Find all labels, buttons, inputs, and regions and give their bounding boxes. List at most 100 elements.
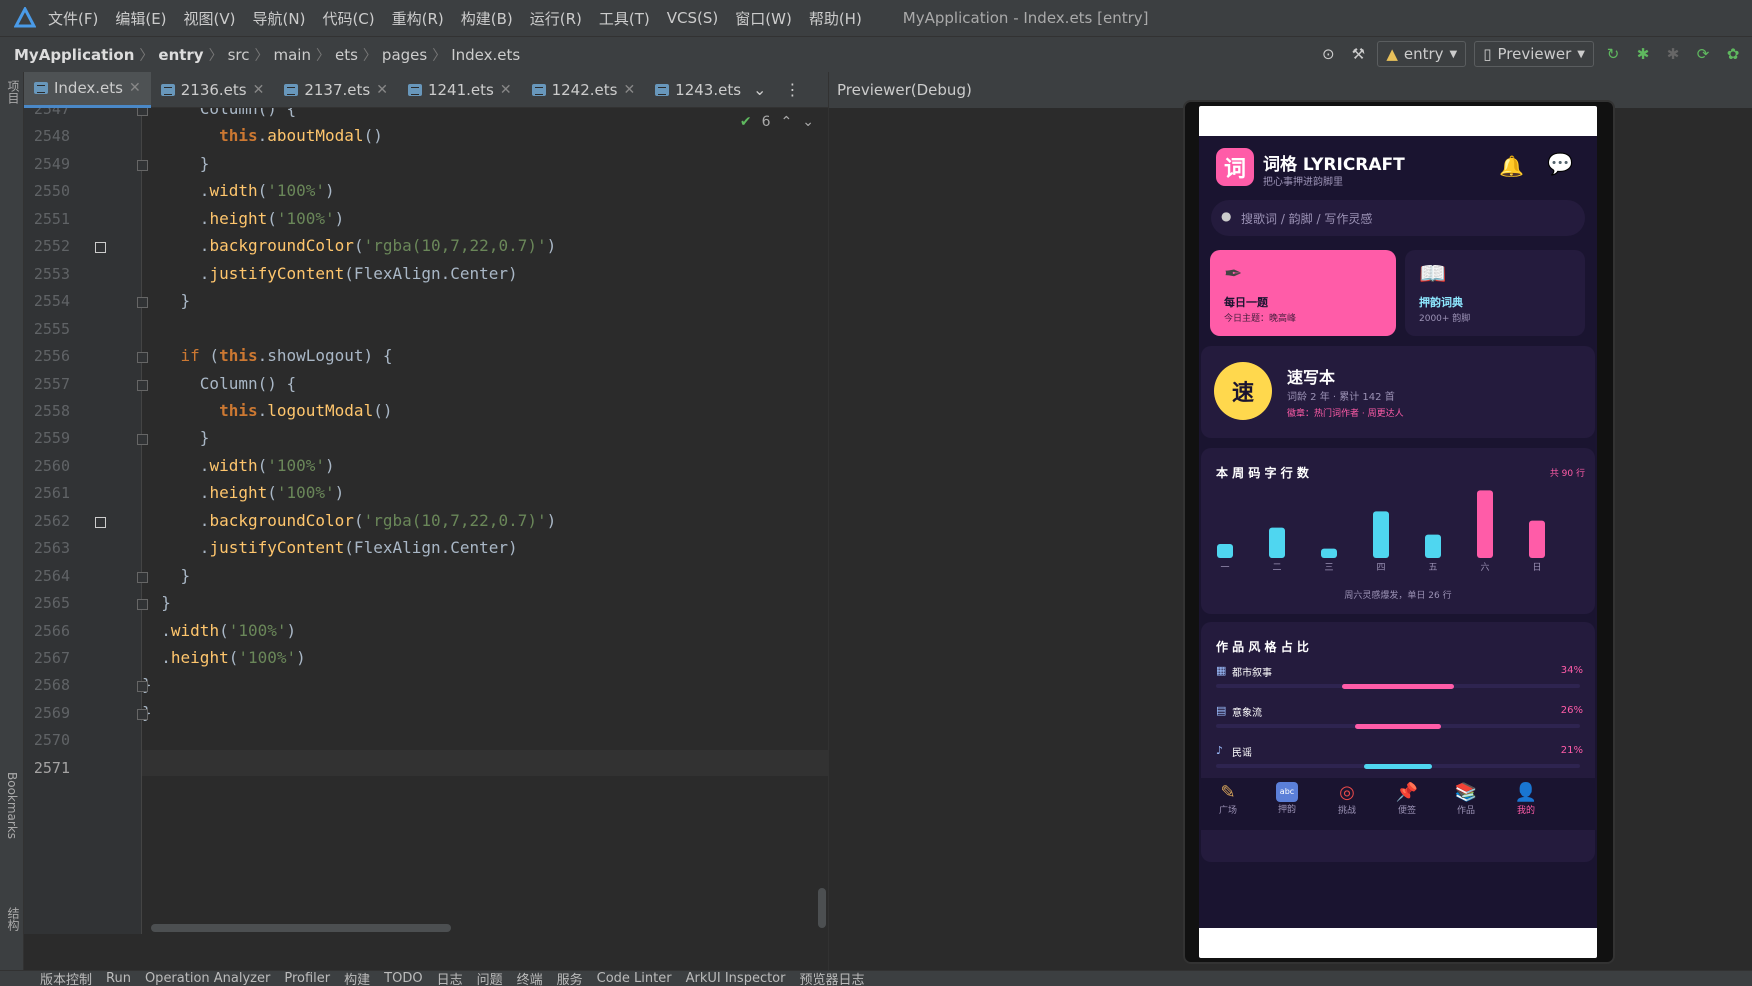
tabs-overflow-chevron-icon[interactable]: ⌄ (753, 80, 766, 99)
menu-tools[interactable]: 工具(T) (599, 8, 650, 29)
run-config-select[interactable]: ▲ entry ▼ (1377, 41, 1467, 67)
menu-vcs[interactable]: VCS(S) (667, 9, 718, 27)
project-tool-label[interactable]: 项目 (5, 80, 22, 104)
fold-marker[interactable] (137, 571, 148, 583)
close-icon[interactable]: ✕ (500, 82, 512, 98)
menu-build[interactable]: 构建(B) (461, 8, 513, 29)
bookmarks-tool-label[interactable]: Bookmarks (5, 772, 19, 839)
tool-window-button[interactable]: Run (106, 971, 131, 986)
nav-rhyme[interactable]: abc 押韵 (1272, 782, 1302, 815)
tool-window-button[interactable]: ArkUI Inspector (686, 971, 786, 986)
close-icon[interactable]: ✕ (623, 82, 635, 98)
tool-window-button[interactable]: 问题 (477, 971, 503, 986)
debug-icon[interactable]: ✱ (1632, 43, 1654, 65)
tab-index[interactable]: Index.ets ✕ (24, 71, 151, 108)
tab-1241[interactable]: 1241.ets ✕ (398, 72, 522, 108)
hammer-icon[interactable]: ⚒ (1347, 43, 1369, 65)
fold-marker[interactable] (137, 379, 148, 391)
tool-window-button[interactable]: 预览器日志 (799, 971, 864, 986)
tab-2137[interactable]: 2137.ets ✕ (274, 72, 398, 108)
tab-label: 1243.ets (675, 80, 742, 99)
vertical-scrollbar[interactable] (818, 888, 826, 928)
tool-window-button[interactable]: 构建 (344, 971, 370, 986)
menu-edit[interactable]: 编辑(E) (115, 8, 166, 29)
target-icon[interactable]: ⊙ (1317, 43, 1339, 65)
close-icon[interactable]: ✕ (253, 82, 265, 98)
more-vertical-icon[interactable]: ⋮ (784, 80, 800, 99)
code-line: this.aboutModal() (219, 126, 383, 146)
crumb-src[interactable]: src (228, 46, 250, 64)
profile-badges: 徽章：热门词作者 · 周更达人 (1287, 409, 1404, 419)
close-icon[interactable]: ✕ (376, 82, 388, 98)
fold-marker[interactable] (137, 434, 148, 446)
breakpoint-slot[interactable] (95, 242, 106, 254)
nav-me[interactable]: 👤 我的 (1511, 782, 1541, 816)
crumb-pages[interactable]: pages (382, 46, 427, 64)
menu-run[interactable]: 运行(R) (530, 8, 582, 29)
line-number: 2571 (33, 758, 70, 777)
tool-window-button[interactable]: 版本控制 (40, 971, 92, 986)
crumb-project[interactable]: MyApplication (14, 46, 134, 64)
crumb-ets[interactable]: ets (335, 46, 358, 64)
fold-marker[interactable] (137, 708, 148, 720)
menu-code[interactable]: 代码(C) (322, 8, 374, 29)
horizontal-scrollbar[interactable] (151, 924, 451, 932)
ets-file-icon (655, 83, 670, 96)
menu-help[interactable]: 帮助(H) (809, 8, 862, 29)
line-number: 2559 (33, 429, 70, 448)
nav-notes[interactable]: 📌 便签 (1392, 782, 1422, 816)
menu-navigate[interactable]: 导航(N) (253, 8, 306, 29)
crumb-file[interactable]: Index.ets (451, 46, 520, 64)
code-editor[interactable]: 2547 2548 2549 2550 2551 2552 2553 2554 2555 2556… (24, 108, 828, 934)
ets-file-icon (284, 83, 299, 96)
breakpoint-slot[interactable] (95, 516, 106, 528)
tool-window-button[interactable]: 服务 (557, 971, 583, 986)
tool-window-button[interactable]: 终端 (517, 971, 543, 986)
nav-works[interactable]: 📚 作品 (1451, 782, 1481, 816)
nav-challenge[interactable]: ◎ 挑战 (1332, 782, 1362, 816)
daily-challenge-card[interactable]: ✒ 每日一题 今日主题：晚高峰 (1210, 250, 1396, 336)
code-line: .backgroundColor('rgba(10,7,22,0.7)') (142, 236, 557, 256)
device-select[interactable]: ▯ Previewer ▼ (1474, 41, 1594, 67)
menu-file[interactable]: 文件(F) (48, 8, 98, 29)
bell-icon[interactable]: 🔔 (1499, 154, 1524, 178)
fold-marker[interactable] (137, 352, 148, 364)
bug-icon[interactable]: ✿ (1722, 43, 1744, 65)
profile-card: 速 速写本 词龄 2 年 · 累计 142 首 徽章：热门词作者 · 周更达人 (1201, 346, 1595, 438)
crumb-main[interactable]: main (274, 46, 311, 64)
next-highlight-icon[interactable]: ⌄ (802, 114, 814, 130)
search-bar[interactable]: ● 搜歌词 / 韵脚 / 写作灵感 (1211, 200, 1585, 236)
menu-view[interactable]: 视图(V) (184, 8, 236, 29)
attach-debugger-icon[interactable]: ✱ (1662, 43, 1684, 65)
rerun-icon[interactable]: ↻ (1602, 43, 1624, 65)
menu-window[interactable]: 窗口(W) (735, 8, 792, 29)
fold-marker[interactable] (137, 108, 148, 116)
close-icon[interactable]: ✕ (129, 80, 141, 96)
avatar[interactable]: 速 (1214, 362, 1272, 420)
phone-icon: ▯ (1483, 45, 1492, 63)
prev-highlight-icon[interactable]: ⌃ (781, 114, 793, 130)
tool-window-button[interactable]: Profiler (284, 971, 330, 986)
fold-marker[interactable] (137, 297, 148, 309)
editor-tabs: Index.ets ✕ 2136.ets ✕ 2137.ets ✕ 1241.ets ✕… (24, 71, 828, 108)
rhyme-dictionary-card[interactable]: 📖 押韵词典 2000+ 韵脚 (1405, 250, 1585, 336)
nav-plaza[interactable]: ✎ 广场 (1213, 782, 1243, 816)
fold-marker[interactable] (137, 599, 148, 611)
fold-marker[interactable] (137, 159, 148, 171)
inspection-widget[interactable]: ✔ 6 ⌃ ⌄ (740, 114, 814, 130)
fold-marker[interactable] (137, 681, 148, 693)
tab-1243[interactable]: 1243.ets (645, 72, 745, 108)
code-line: .width('100%') (142, 455, 335, 475)
tab-1242[interactable]: 1242.ets ✕ (522, 72, 646, 108)
reload-icon[interactable]: ⟳ (1692, 43, 1714, 65)
crumb-module[interactable]: entry (158, 46, 203, 64)
structure-tool-label[interactable]: 结构 (5, 907, 22, 931)
tool-window-button[interactable]: TODO (384, 971, 422, 986)
tool-window-button[interactable]: 日志 (437, 971, 463, 986)
menu-refactor[interactable]: 重构(R) (392, 8, 444, 29)
tab-2136[interactable]: 2136.ets ✕ (151, 72, 275, 108)
weekly-bar-chart: 一二三四五六日 (1217, 490, 1545, 573)
tool-window-button[interactable]: Code Linter (597, 971, 672, 986)
tool-window-button[interactable]: Operation Analyzer (145, 971, 270, 986)
chat-icon[interactable]: 💬 (1547, 152, 1573, 177)
